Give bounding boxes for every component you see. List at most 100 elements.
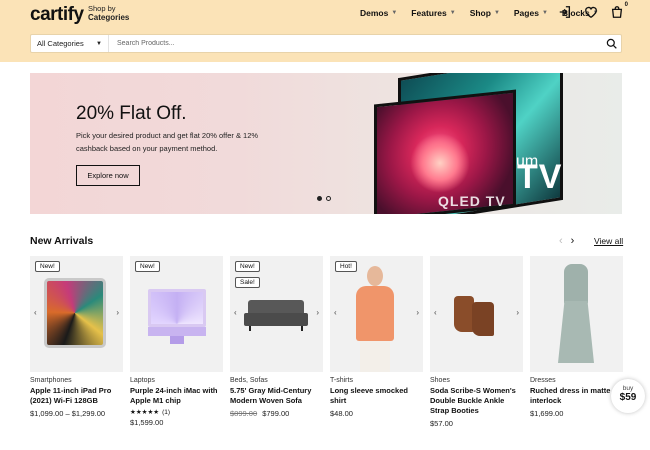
search-bar: All Categories ▼ [30,34,622,53]
product-price: $57.00 [430,419,453,428]
sofa-seat [244,313,308,326]
dress-skirt [558,301,594,363]
tv-qled-text: QLED TV [438,193,506,209]
shirt-image [356,286,394,341]
imac-image [148,289,206,327]
search-icon[interactable] [601,38,621,49]
nav-label: Demos [360,8,389,18]
category-select[interactable]: All Categories ▼ [31,35,109,52]
badge-new: New! [135,261,160,272]
carousel-dot-1[interactable] [317,196,322,201]
explore-now-button[interactable]: Explore now [76,165,140,186]
carousel-dots [317,196,331,201]
product-name[interactable]: Apple 11-inch iPad Pro (2021) Wi-Fi 128G… [30,386,123,407]
chevron-left-icon[interactable]: ‹ [34,308,37,317]
nav-item-demos[interactable]: Demos ▼ [360,8,397,18]
product-name[interactable]: Ruched dress in matte interlock [530,386,623,407]
product-price: $1,099.00 – $1,299.00 [30,409,106,418]
chevron-down-icon: ▼ [96,40,102,47]
chevron-right-icon[interactable]: › [316,308,319,317]
product-card[interactable]: New! Laptops Purple 24-inch iMac with Ap… [130,256,223,428]
buy-label: buy [622,385,634,392]
product-price: $1,699.00 [530,409,564,418]
badge-hot: Hot! [335,261,357,272]
product-card[interactable]: New! Sale! ‹ › Beds, Sofas 5.75' Gray Mi… [230,256,323,428]
hero-subtitle: Pick your desired product and get flat 2… [76,131,259,153]
login-icon[interactable] [558,5,572,19]
nav-label: Shop [469,8,491,18]
product-price: $899.00 $799.00 [230,409,323,418]
chevron-right-icon[interactable]: › [116,308,119,317]
logo[interactable]: cartify [30,4,84,26]
carousel-dot-2[interactable] [326,196,331,201]
badge-new: New! [35,261,60,272]
product-image[interactable]: New! Sale! ‹ › [230,256,323,372]
model-head [367,266,383,286]
sale-price: $799.00 [262,409,290,418]
category-select-value: All Categories [37,39,84,48]
buy-bubble[interactable]: buy $59 [611,379,645,413]
boot-image [454,296,474,332]
chevron-down-icon: ▼ [493,10,500,16]
chevron-down-icon: ▼ [541,10,548,16]
nav-item-shop[interactable]: Shop ▼ [470,8,500,18]
product-price: $48.00 [330,409,353,418]
product-image[interactable]: New! ‹ › [30,256,123,372]
product-name[interactable]: 5.75' Gray Mid-Century Modern Woven Sofa [230,386,323,407]
chevron-left-icon[interactable]: ‹ [434,308,437,317]
product-card[interactable]: New! ‹ › Smartphones Apple 11-inch iPad … [30,256,123,428]
product-card[interactable]: Dresses Ruched dress in matte interlock … [530,256,623,428]
product-category[interactable]: T-shirts [330,377,423,384]
product-image[interactable]: ‹ › [430,256,523,372]
tv-flower-decoration [410,133,470,193]
product-price: $1,599.00 [130,418,164,427]
old-price: $899.00 [230,409,258,418]
review-count: (1) [162,408,171,416]
categories-label: Categories [88,13,130,22]
product-name[interactable]: Purple 24-inch iMac with Apple M1 chip [130,386,223,407]
carousel-arrows: ‹ › [559,235,574,247]
product-category[interactable]: Beds, Sofas [230,377,323,384]
search-input[interactable] [109,35,601,52]
boot-image [472,302,494,336]
hero-title: 20% Flat Off. [76,103,187,124]
cart-count: 0 [624,2,628,8]
product-category[interactable]: Shoes [430,377,523,384]
product-image[interactable] [530,256,623,372]
product-category[interactable]: Laptops [130,377,223,384]
chevron-left-icon[interactable]: ‹ [234,308,237,317]
product-category[interactable]: Dresses [530,377,623,384]
product-carousel: New! ‹ › Smartphones Apple 11-inch iPad … [30,256,623,428]
product-image[interactable]: New! [130,256,223,372]
chevron-left-icon[interactable]: ‹ [334,308,337,317]
product-name[interactable]: Long sleeve smocked shirt [330,386,423,407]
chevron-down-icon: ▼ [449,10,456,16]
cart-button[interactable]: 0 [610,2,628,19]
bag-icon [611,6,623,18]
imac-stand [170,336,184,344]
rating: ★★★★★ (1) [130,408,223,417]
product-card[interactable]: Hot! ‹ › T-shirts Long sleeve smocked sh… [330,256,423,428]
shop-by-label: Shop by [88,4,116,13]
badge-new: New! [235,261,260,272]
product-image[interactable]: Hot! ‹ › [330,256,423,372]
view-all-link[interactable]: View all [594,236,623,246]
chevron-right-icon[interactable]: › [571,235,575,247]
sofa-leg [249,326,251,331]
chevron-left-icon[interactable]: ‹ [559,235,563,247]
ipad-image [44,278,106,348]
new-arrivals-title: New Arrivals [30,235,94,247]
product-name[interactable]: Soda Scribe-S Women's Double Buckle Ankl… [430,386,523,417]
product-card[interactable]: ‹ › Shoes Soda Scribe-S Women's Double B… [430,256,523,428]
heart-icon[interactable] [584,5,598,19]
nav-item-features[interactable]: Features ▼ [411,8,455,18]
chevron-right-icon[interactable]: › [416,308,419,317]
nav-label: Features [411,8,447,18]
product-category[interactable]: Smartphones [30,377,123,384]
star-rating-icon: ★★★★★ [130,409,160,416]
chevron-right-icon[interactable]: › [516,308,519,317]
tv-big-text: TV [517,158,563,196]
sofa-leg [301,326,303,331]
shop-by-categories[interactable]: Shop by Categories [88,4,129,22]
nav-item-pages[interactable]: Pages ▼ [514,8,548,18]
